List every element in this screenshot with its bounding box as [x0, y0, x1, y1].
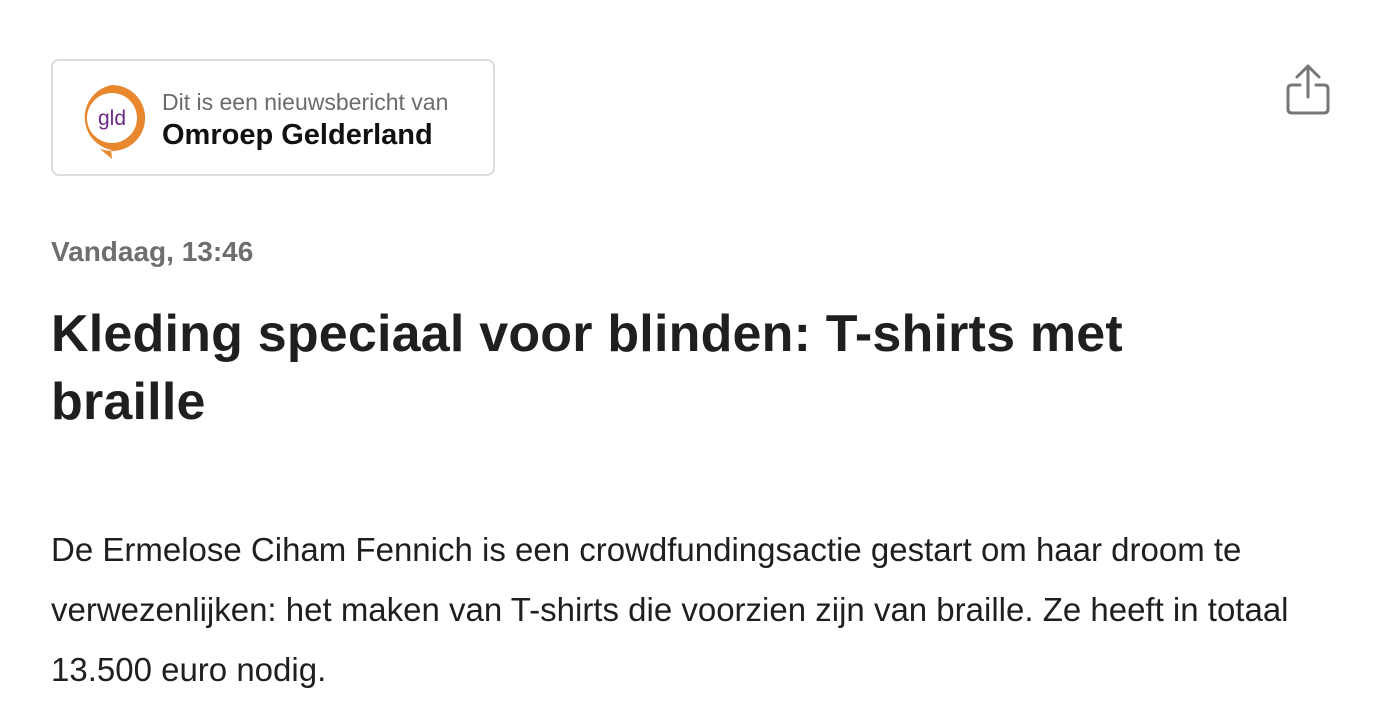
- article-timestamp: Vandaag, 13:46: [51, 236, 254, 267]
- source-card[interactable]: gld Dit is een nieuwsbericht van Omroep …: [51, 59, 495, 176]
- share-button[interactable]: [1282, 62, 1334, 118]
- source-caption: Dit is een nieuwsbericht van: [162, 89, 449, 115]
- article-lead: De Ermelose Ciham Fennich is een crowdfu…: [51, 531, 1289, 688]
- article-headline: Kleding speciaal voor blinden: T-shirts …: [51, 305, 1123, 431]
- source-text: Dit is een nieuwsbericht van Omroep Geld…: [162, 87, 448, 153]
- article-page: gld Dit is een nieuwsbericht van Omroep …: [0, 0, 1400, 728]
- logo-text: gld: [98, 107, 126, 130]
- share-icon: [1286, 64, 1330, 115]
- omroep-gelderland-logo: gld: [84, 84, 146, 159]
- source-name: Omroep Gelderland: [162, 119, 433, 151]
